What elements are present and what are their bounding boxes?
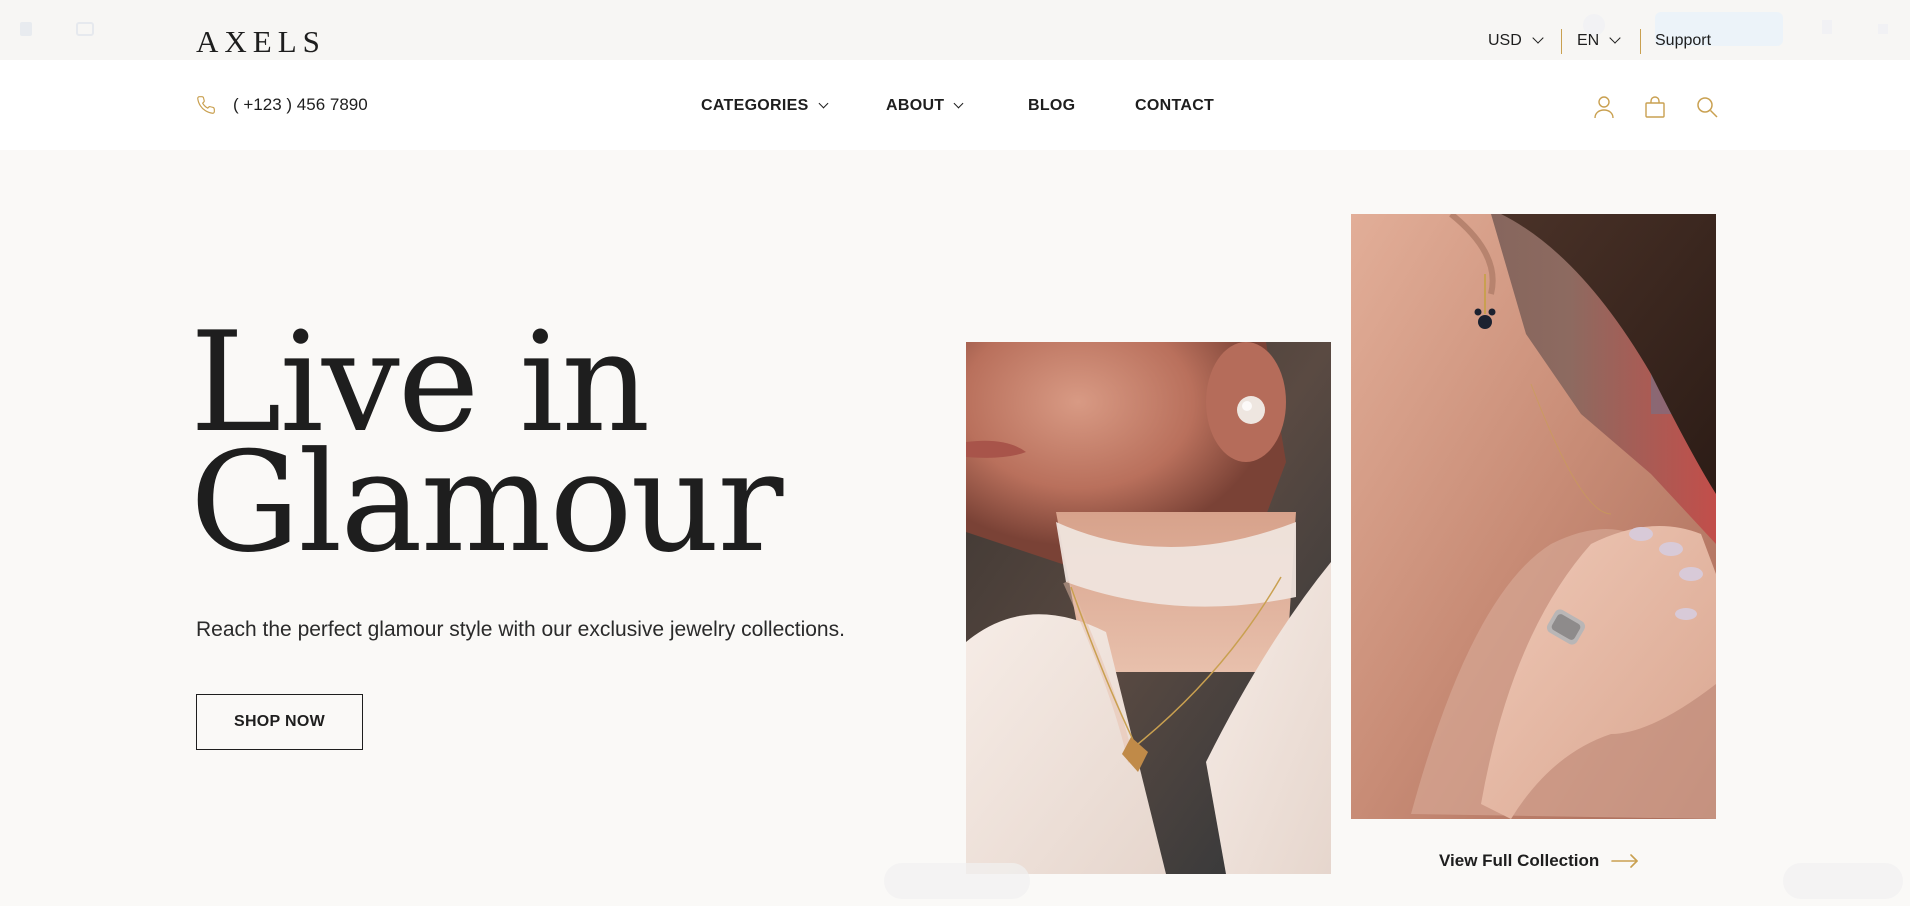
hero-title-line: Glamour: [190, 422, 783, 583]
hero-title: Live in Glamour: [190, 314, 783, 583]
chevron-down-icon: [953, 98, 964, 108]
nav-contact[interactable]: CONTACT: [1135, 95, 1214, 117]
earring-ring-model-photo[interactable]: [1351, 214, 1716, 819]
nav-categories[interactable]: CATEGORIES: [701, 95, 829, 117]
language-value: EN: [1577, 32, 1600, 49]
nav-about[interactable]: ABOUT: [886, 95, 964, 117]
brand-logo[interactable]: AXELS: [196, 24, 326, 60]
divider: [1561, 29, 1562, 54]
primary-nav: CATEGORIES ABOUT BLOG CONTACT: [0, 95, 1910, 119]
shopping-bag-icon[interactable]: [1644, 95, 1666, 119]
view-full-collection-link[interactable]: View Full Collection: [1439, 851, 1639, 871]
nav-label: ABOUT: [886, 97, 945, 114]
top-bar: AXELS USD EN Support: [0, 0, 1910, 60]
overlay-ghost-icon: [20, 22, 32, 36]
language-selector[interactable]: EN: [1577, 29, 1621, 53]
shop-now-button[interactable]: SHOP NOW: [196, 694, 363, 750]
overlay-ghost-icon: [76, 22, 94, 36]
overlay-ghost-icon: [1822, 20, 1832, 34]
nav-blog[interactable]: BLOG: [1028, 95, 1075, 117]
main-navbar: ( +123 ) 456 7890 CATEGORIES ABOUT BLOG …: [0, 60, 1910, 150]
divider: [1640, 29, 1641, 54]
support-link[interactable]: Support: [1655, 29, 1711, 53]
arrow-right-icon: [1611, 854, 1639, 868]
user-icon[interactable]: [1593, 95, 1615, 119]
currency-selector[interactable]: USD: [1488, 29, 1544, 53]
view-full-collection-label: View Full Collection: [1439, 851, 1600, 870]
overlay-ghost-icon: [1878, 24, 1888, 34]
currency-value: USD: [1488, 32, 1522, 49]
overlay-ghost-button: [884, 863, 1030, 899]
chevron-down-icon: [1532, 32, 1544, 44]
search-icon[interactable]: [1695, 95, 1719, 119]
hero-subtitle: Reach the perfect glamour style with our…: [196, 618, 845, 641]
chevron-down-icon: [818, 98, 829, 108]
necklace-model-photo[interactable]: [966, 342, 1331, 874]
nav-label: CATEGORIES: [701, 97, 809, 114]
overlay-ghost-button: [1783, 863, 1903, 899]
chevron-down-icon: [1609, 32, 1621, 44]
